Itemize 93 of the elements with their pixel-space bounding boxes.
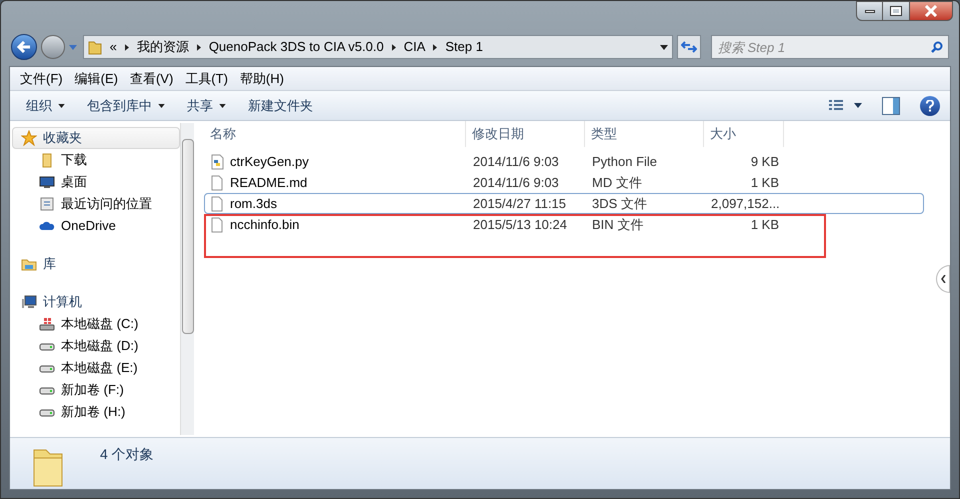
separator-arrow-icon xyxy=(124,44,129,50)
desktop-icon xyxy=(39,174,55,190)
folder-icon xyxy=(88,39,102,55)
breadcrumb[interactable]: QuenoPack 3DS to CIA v5.0.0 xyxy=(208,37,384,57)
forward-button[interactable] xyxy=(40,35,65,59)
file-name: ncchinfo.bin xyxy=(205,214,467,234)
file-icon xyxy=(209,216,225,232)
menu-item[interactable]: 帮助(H) xyxy=(234,68,290,88)
file-row[interactable]: ctrKeyGen.py 2014/11/6 9:03 Python File 9 KB xyxy=(204,151,924,172)
file-icon xyxy=(209,196,225,212)
separator-arrow-icon xyxy=(196,44,201,50)
python-file-icon xyxy=(209,154,225,170)
question-mark-icon xyxy=(926,100,934,112)
sidebar-item[interactable]: 新加卷 (H:) xyxy=(12,401,180,423)
close-button[interactable] xyxy=(909,1,953,21)
sidebar-item[interactable]: 本地磁盘 (E:) xyxy=(12,357,180,379)
type-cell-text: BIN 文件 xyxy=(591,216,644,234)
breadcrumb[interactable]: Step 1 xyxy=(445,37,483,57)
date-cell-text: 2014/11/6 9:03 xyxy=(472,174,560,192)
minimize-button[interactable] xyxy=(856,1,883,21)
column-header[interactable]: 修改日期 xyxy=(466,121,585,147)
column-header[interactable]: 大小 xyxy=(704,121,784,147)
dropdown-icon[interactable] xyxy=(660,44,668,50)
breadcrumb-overflow[interactable]: « xyxy=(110,37,117,57)
pane-icon xyxy=(893,98,899,114)
toolbar-button[interactable]: 新建文件夹 xyxy=(242,96,319,116)
caret-icon xyxy=(219,104,226,108)
sidebar-scrollbar[interactable] xyxy=(180,123,194,435)
file-row[interactable]: rom.3ds 2015/4/27 11:15 3DS 文件 2,097,152... xyxy=(204,193,924,214)
file-name: README.md xyxy=(205,172,467,192)
caret-icon xyxy=(854,103,862,108)
sidebar-item[interactable]: 收藏夹 xyxy=(12,127,180,149)
star-icon xyxy=(21,130,37,146)
system-drive-icon xyxy=(39,316,55,332)
help-button[interactable] xyxy=(920,96,940,116)
date-cell-text: 2014/11/6 9:03 xyxy=(472,152,560,171)
type-cell-text: MD 文件 xyxy=(591,174,643,192)
file-name: ctrKeyGen.py xyxy=(205,152,467,172)
size-cell-text: 1 KB xyxy=(750,216,780,234)
item-count: 4 个对象 xyxy=(100,445,154,464)
menu-item[interactable]: 查看(V) xyxy=(124,68,180,88)
close-icon xyxy=(924,5,938,17)
file-name: rom.3ds xyxy=(205,194,467,214)
file-icon xyxy=(209,174,225,190)
minimize-icon xyxy=(864,10,874,12)
separator-arrow-icon xyxy=(392,44,396,50)
type-cell-text: Python File xyxy=(591,152,658,171)
file-row[interactable]: README.md 2014/11/6 9:03 MD 文件 1 KB xyxy=(204,172,924,193)
toolbar-button[interactable]: 组织 xyxy=(20,96,71,116)
column-header[interactable]: 类型 xyxy=(585,121,704,147)
side-panel-handle[interactable] xyxy=(936,265,950,293)
caret-icon xyxy=(58,104,65,108)
search-icon xyxy=(931,41,943,53)
sidebar-item[interactable]: 新加卷 (F:) xyxy=(12,379,180,401)
sidebar-item[interactable]: 下载 xyxy=(12,149,180,171)
sidebar-item[interactable]: 计算机 xyxy=(12,291,180,313)
menu-item[interactable]: 编辑(E) xyxy=(68,68,124,88)
recent-places-icon xyxy=(39,196,55,212)
details-view-icon xyxy=(828,98,844,112)
size-cell-text: 1 KB xyxy=(750,174,780,192)
sidebar-item[interactable]: 本地磁盘 (C:) xyxy=(12,313,180,335)
chevron-left-icon xyxy=(940,275,946,283)
sidebar-item[interactable]: 本地磁盘 (D:) xyxy=(12,335,180,357)
sidebar-item[interactable]: 最近访问的位置 xyxy=(12,193,180,215)
breadcrumb[interactable]: 我的资源 xyxy=(136,37,189,57)
toolbar-button[interactable]: 包含到库中 xyxy=(81,96,171,116)
size-cell-text: 9 KB xyxy=(750,152,780,171)
maximize-button[interactable] xyxy=(883,1,909,21)
menu-item[interactable]: 工具(T) xyxy=(179,68,234,88)
type-cell-text: 3DS 文件 xyxy=(591,194,648,213)
separator-arrow-icon xyxy=(433,44,438,50)
refresh-arrows-icon xyxy=(680,40,697,54)
column-header[interactable]: 名称 xyxy=(204,121,466,147)
address-bar[interactable]: « 我的资源 QuenoPack 3DS to CIA v5.0.0 CIA Step 1 xyxy=(82,35,674,59)
sidebar-item[interactable]: 桌面 xyxy=(12,171,180,193)
maximize-icon xyxy=(891,7,901,15)
caret-icon xyxy=(158,104,165,108)
date-cell-text: 2015/5/13 10:24 xyxy=(472,216,568,234)
computer-icon xyxy=(21,294,37,310)
back-arrow-icon xyxy=(16,41,31,53)
menu-item[interactable]: 文件(F) xyxy=(14,68,69,88)
size-cell-text: 2,097,152... xyxy=(710,194,781,213)
preview-pane-button[interactable] xyxy=(882,96,900,114)
back-button[interactable] xyxy=(11,34,37,60)
sidebar-item[interactable]: 库 xyxy=(12,253,180,275)
file-row[interactable]: ncchinfo.bin 2015/5/13 10:24 BIN 文件 1 KB xyxy=(204,214,924,235)
toolbar-button[interactable]: 共享 xyxy=(181,96,232,116)
date-cell-text: 2015/4/27 11:15 xyxy=(472,194,568,213)
search-field[interactable]: 搜索 Step 1 xyxy=(710,35,949,59)
refresh-button[interactable] xyxy=(677,35,701,59)
scrollbar-thumb[interactable] xyxy=(182,139,194,334)
breadcrumb[interactable]: CIA xyxy=(404,37,426,57)
sidebar-item[interactable]: OneDrive xyxy=(12,215,180,237)
